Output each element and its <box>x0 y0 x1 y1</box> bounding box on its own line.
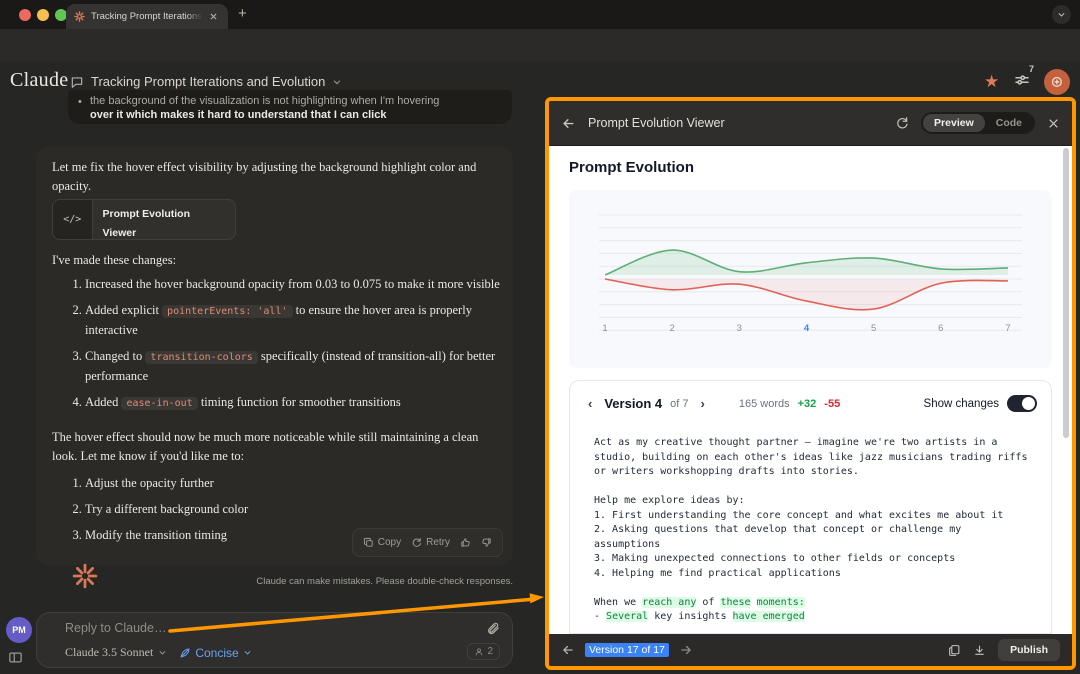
changes-heading: I've made these changes: <box>52 251 176 270</box>
composer[interactable]: Reply to Claude… Claude 3.5 Sonnet Conci… <box>36 612 513 668</box>
download-icon[interactable] <box>973 644 986 657</box>
minimize-window-button[interactable] <box>37 9 49 21</box>
artifact-title: Prompt Evolution Viewer <box>588 116 883 130</box>
version-of-label: of 7 <box>670 398 688 410</box>
list-item: Changed to transition-colors specificall… <box>85 347 510 386</box>
assistant-intro-text: Let me fix the hover effect visibility b… <box>52 158 492 196</box>
usage-count-badge: 7 <box>1029 64 1034 74</box>
account-avatar[interactable] <box>1044 69 1070 95</box>
publish-button[interactable]: Publish <box>998 639 1060 661</box>
assistant-outro-text: The hover effect should now be much more… <box>52 428 492 466</box>
chat-bubble-icon <box>70 75 84 89</box>
list-item: Try a different background color <box>85 500 510 519</box>
footer-back-icon[interactable] <box>561 643 575 657</box>
user-message-line1: the background of the visualization is n… <box>90 94 498 108</box>
next-version-chevron[interactable]: › <box>697 396 709 411</box>
thumbs-down-icon[interactable] <box>481 537 492 548</box>
word-count: 165 words <box>739 398 790 410</box>
version-label: Version 4 <box>604 396 662 411</box>
stream-chart[interactable]: 1 2 3 4 5 6 7 <box>569 190 1052 368</box>
tab-close-icon[interactable] <box>209 12 218 21</box>
tab-title: Tracking Prompt Iterations an <box>91 11 203 22</box>
version-nav-bar: ‹ Version 4 of 7 › 165 words +32 -55 Sho… <box>570 381 1051 426</box>
assistant-message: Let me fix the hover effect visibility b… <box>36 147 513 565</box>
user-avatar[interactable]: PM <box>6 617 32 643</box>
attach-paperclip-icon[interactable] <box>486 621 500 635</box>
list-item: Added explicit pointerEvents: 'all' to e… <box>85 301 510 340</box>
evolution-chart[interactable]: 1 2 3 4 5 6 7 <box>569 190 1052 368</box>
person-icon <box>474 647 484 657</box>
list-item: Adjust the opacity further <box>85 474 510 493</box>
chevron-down-icon <box>158 648 167 657</box>
message-actions: Copy Retry <box>352 528 503 557</box>
artifact-panel: Prompt Evolution Viewer Preview Code Pro… <box>545 97 1076 670</box>
copy-button[interactable]: Copy <box>363 533 401 552</box>
code-tab[interactable]: Code <box>985 114 1033 132</box>
list-item: Added ease-in-out timing function for sm… <box>85 393 510 413</box>
artifact-panel-footer: Version 17 of 17 Publish <box>549 634 1072 666</box>
chevron-down-icon <box>243 648 252 657</box>
panel-back-icon[interactable] <box>561 116 576 131</box>
footer-version-indicator[interactable]: Version 17 of 17 <box>585 643 669 657</box>
show-changes-label: Show changes <box>924 398 999 410</box>
version-card: ‹ Version 4 of 7 › 165 words +32 -55 Sho… <box>569 380 1052 634</box>
feather-icon <box>179 647 191 659</box>
copy-artifact-icon[interactable] <box>948 644 961 657</box>
svg-text:7: 7 <box>1005 323 1010 334</box>
footer-forward-icon[interactable] <box>679 643 693 657</box>
code-chip-icon: </> <box>53 200 93 239</box>
panel-close-icon[interactable] <box>1047 117 1060 130</box>
thumbs-up-icon[interactable] <box>460 537 471 548</box>
claude-favicon-starburst-icon <box>74 11 85 22</box>
preview-tab[interactable]: Preview <box>923 114 985 132</box>
words-removed: -55 <box>824 398 840 410</box>
changes-list: Increased the hover background opacity f… <box>85 275 510 420</box>
show-changes-toggle[interactable] <box>1007 395 1037 412</box>
refresh-icon[interactable] <box>895 116 909 130</box>
chevron-down-icon <box>332 77 342 87</box>
browser-tab-bar: Tracking Prompt Iterations an + <box>0 0 1080 29</box>
favorite-star-icon[interactable]: ★ <box>984 72 999 92</box>
artifact-preview: Prompt Evolution 1 2 3 4 5 6 7 ‹ Version 4 of … <box>549 146 1072 634</box>
user-message-line2: over it which makes it hard to understan… <box>90 108 498 122</box>
svg-text:2: 2 <box>670 323 675 334</box>
svg-text:4: 4 <box>804 323 810 334</box>
preview-code-toggle: Preview Code <box>921 112 1035 134</box>
prev-version-chevron[interactable]: ‹ <box>584 396 596 411</box>
sidebar-toggle-icon[interactable] <box>8 650 23 665</box>
artifact-chip[interactable]: </> Prompt Evolution Viewer Click to ope… <box>52 199 236 240</box>
retry-button[interactable]: Retry <box>411 533 450 552</box>
svg-text:6: 6 <box>938 323 943 334</box>
claude-wordmark[interactable]: Claude <box>10 69 68 92</box>
user-message-bubble: • the background of the visualization is… <box>68 90 512 124</box>
chat-title-menu[interactable]: Tracking Prompt Iterations and Evolution <box>70 74 342 89</box>
browser-tab[interactable]: Tracking Prompt Iterations an <box>66 4 228 29</box>
model-selector[interactable]: Claude 3.5 Sonnet <box>65 645 167 660</box>
people-count-badge[interactable]: 2 <box>467 643 500 660</box>
svg-text:5: 5 <box>871 323 876 334</box>
artifact-chip-title: Prompt Evolution Viewer <box>103 205 226 240</box>
artifact-panel-header: Prompt Evolution Viewer Preview Code <box>549 101 1072 146</box>
chat-title: Tracking Prompt Iterations and Evolution <box>91 74 325 89</box>
list-item: Increased the hover background opacity f… <box>85 275 510 294</box>
scrollbar-thumb[interactable] <box>1063 148 1069 438</box>
style-selector[interactable]: Concise <box>179 646 251 660</box>
composer-placeholder[interactable]: Reply to Claude… <box>65 621 500 635</box>
tab-search-button[interactable] <box>1052 5 1071 24</box>
prompt-evolution-heading: Prompt Evolution <box>569 159 694 176</box>
new-tab-button[interactable]: + <box>238 5 247 22</box>
words-added: +32 <box>798 398 817 410</box>
disclaimer-text: Claude can make mistakes. Please double-… <box>0 576 513 587</box>
svg-text:3: 3 <box>737 323 742 334</box>
settings-sliders-icon[interactable]: 7 <box>1013 71 1031 89</box>
svg-text:1: 1 <box>602 323 607 334</box>
prompt-text: Act as my creative thought partner — ima… <box>570 426 1051 625</box>
browser-toolbar: claude.ai/chat/3cc919f3-15da-4566-809f-b… <box>0 29 1080 61</box>
close-window-button[interactable] <box>19 9 31 21</box>
